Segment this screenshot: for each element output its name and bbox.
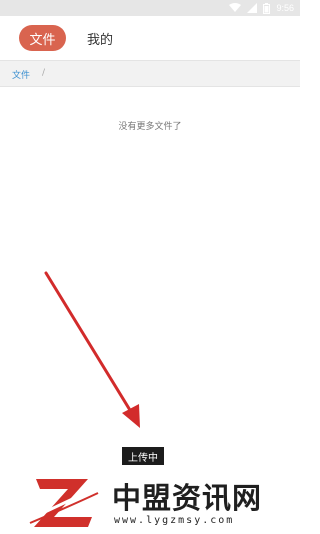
status-bar: 9:56 <box>0 0 300 16</box>
signal-icon <box>247 3 258 13</box>
watermark: 中盟资讯网 www.lygzmsy.com <box>28 473 292 531</box>
watermark-logo-icon <box>29 479 99 527</box>
status-time: 9:56 <box>276 3 294 13</box>
uploading-toast: 上传中 <box>122 447 164 465</box>
tab-files[interactable]: 文件 <box>19 25 66 51</box>
tab-mine[interactable]: 我的 <box>87 25 113 51</box>
status-icons: 9:56 <box>229 2 294 14</box>
empty-list-message: 没有更多文件了 <box>118 122 182 132</box>
breadcrumb: 文件 / <box>0 60 300 87</box>
breadcrumb-root[interactable]: 文件 <box>12 68 30 81</box>
battery-icon <box>263 2 271 14</box>
tab-bar: 文件 我的 <box>0 16 300 60</box>
watermark-title: 中盟资讯网 <box>112 481 263 515</box>
breadcrumb-separator: / <box>42 68 46 78</box>
watermark-url: www.lygzmsy.com <box>114 515 235 526</box>
wifi-icon <box>229 3 242 13</box>
